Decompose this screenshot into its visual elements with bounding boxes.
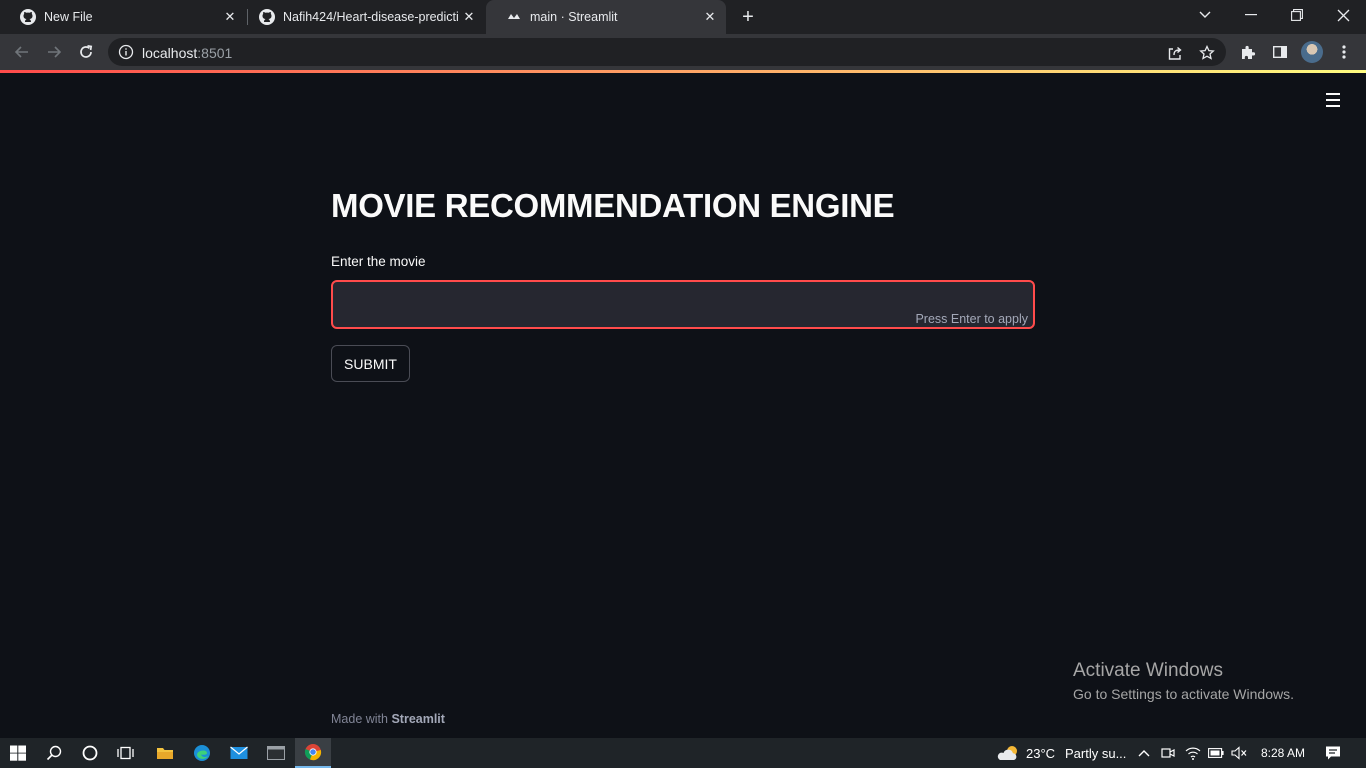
activate-windows-watermark: Activate Windows Go to Settings to activ… xyxy=(1073,660,1294,702)
watermark-title: Activate Windows xyxy=(1073,660,1223,681)
reload-icon[interactable] xyxy=(72,38,100,66)
github-icon xyxy=(259,9,275,25)
bookmark-star-icon[interactable] xyxy=(1198,44,1216,62)
new-tab-button[interactable]: + xyxy=(736,5,760,29)
search-icon[interactable] xyxy=(36,738,72,768)
windows-start-icon[interactable] xyxy=(0,738,36,768)
page-title: MOVIE RECOMMENDATION ENGINE xyxy=(331,187,895,224)
tab-title: New File xyxy=(44,10,93,24)
tab-new-file[interactable]: New File ✕ xyxy=(0,0,246,34)
site-info-icon[interactable] xyxy=(118,44,134,60)
movie-input-label: Enter the movie xyxy=(331,254,426,269)
weather-icon[interactable] xyxy=(997,745,1021,761)
watermark-subtitle: Go to Settings to activate Windows. xyxy=(1073,686,1294,702)
hamburger-menu-icon[interactable] xyxy=(1322,93,1344,109)
weather-temp[interactable]: 23°C xyxy=(1026,746,1055,761)
mail-icon[interactable] xyxy=(221,738,257,768)
browser-toolbar: localhost:8501 xyxy=(0,34,1366,70)
windows-taskbar: 23°C Partly su... 8:28 AM xyxy=(0,738,1366,768)
extensions-icon[interactable] xyxy=(1238,42,1258,62)
edge-icon[interactable] xyxy=(184,738,220,768)
minimize-icon[interactable] xyxy=(1228,0,1274,30)
tab-streamlit[interactable]: main · Streamlit ✕ xyxy=(486,0,726,34)
close-window-icon[interactable] xyxy=(1320,0,1366,30)
tab-heart-disease[interactable]: Nafih424/Heart-disease-predictio ✕ xyxy=(239,0,485,34)
github-icon xyxy=(20,9,36,25)
forward-icon[interactable] xyxy=(40,38,68,66)
more-menu-icon[interactable] xyxy=(1334,42,1354,62)
tab-title: main · Streamlit xyxy=(530,10,618,24)
streamlit-footer: Made with Streamlit xyxy=(331,712,445,726)
cortana-icon[interactable] xyxy=(72,738,108,768)
side-panel-icon[interactable] xyxy=(1270,42,1290,62)
share-icon[interactable] xyxy=(1166,44,1184,62)
wifi-icon[interactable] xyxy=(1185,745,1201,761)
streamlit-app: MOVIE RECOMMENDATION ENGINE Enter the mo… xyxy=(0,73,1366,738)
back-icon[interactable] xyxy=(8,38,36,66)
close-tab-icon[interactable]: ✕ xyxy=(220,7,240,27)
url-text: localhost:8501 xyxy=(142,45,232,61)
address-bar[interactable]: localhost:8501 xyxy=(108,38,1226,66)
url-port: :8501 xyxy=(197,45,233,61)
show-hidden-icons-icon[interactable] xyxy=(1136,745,1152,761)
url-host: localhost xyxy=(142,45,198,61)
close-tab-icon[interactable]: ✕ xyxy=(700,7,720,27)
movie-input[interactable] xyxy=(343,292,903,318)
submit-button[interactable]: SUBMIT xyxy=(331,345,410,382)
battery-icon[interactable] xyxy=(1208,745,1224,761)
footer-prefix: Made with xyxy=(331,712,392,726)
restore-icon[interactable] xyxy=(1274,0,1320,30)
profile-avatar[interactable] xyxy=(1301,41,1323,63)
task-view-icon[interactable] xyxy=(108,738,144,768)
browser-tab-strip: New File ✕ Nafih424/Heart-disease-predic… xyxy=(0,0,1366,34)
movie-input-container[interactable]: Press Enter to apply xyxy=(331,280,1035,329)
streamlit-icon xyxy=(506,9,522,25)
tab-title: Nafih424/Heart-disease-predictio xyxy=(283,10,459,24)
footer-streamlit-link[interactable]: Streamlit xyxy=(391,712,445,726)
volume-muted-icon[interactable] xyxy=(1231,745,1247,761)
close-tab-icon[interactable]: ✕ xyxy=(459,7,479,27)
terminal-icon[interactable] xyxy=(258,738,294,768)
chrome-icon[interactable] xyxy=(295,738,331,768)
tab-search-icon[interactable] xyxy=(1182,0,1228,30)
input-hint: Press Enter to apply xyxy=(915,312,1028,326)
file-explorer-icon[interactable] xyxy=(147,738,183,768)
clock-time[interactable]: 8:28 AM xyxy=(1261,746,1305,760)
notifications-icon[interactable] xyxy=(1325,745,1341,761)
weather-desc[interactable]: Partly su... xyxy=(1065,746,1126,761)
meet-now-icon[interactable] xyxy=(1160,745,1176,761)
